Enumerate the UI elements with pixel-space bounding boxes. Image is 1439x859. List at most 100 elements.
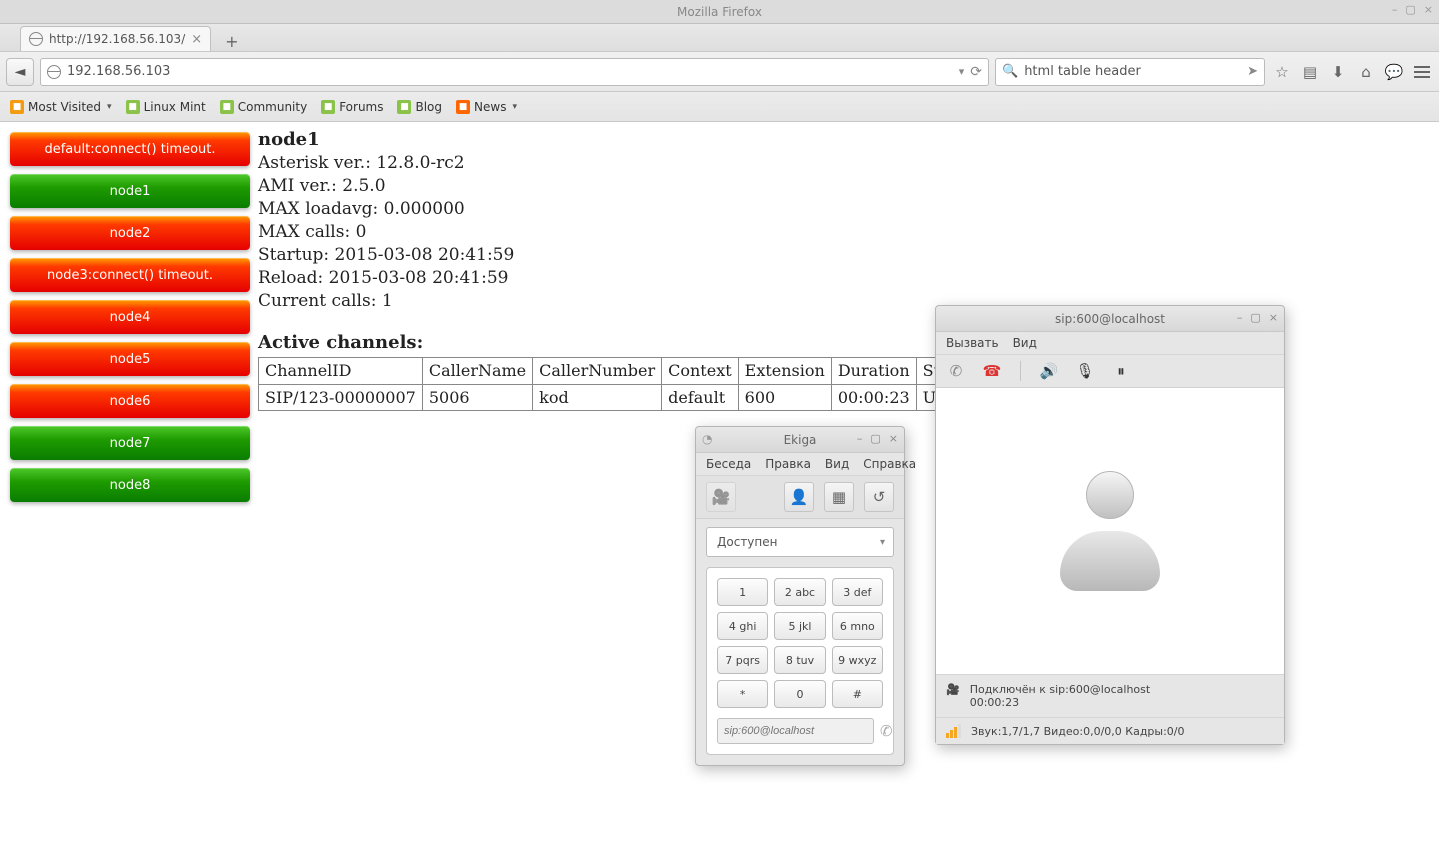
window-maximize[interactable]: ▢ xyxy=(1405,3,1415,16)
dial-key[interactable]: 1 xyxy=(717,578,768,606)
dial-key[interactable]: 0 xyxy=(774,680,825,708)
pause-icon[interactable]: ⏸ xyxy=(1111,361,1131,381)
window-maximize[interactable]: ▢ xyxy=(870,432,880,445)
url-bar[interactable]: 192.168.56.103 ▾ ⟳ xyxy=(40,58,989,86)
node-button-2[interactable]: node2 xyxy=(10,216,250,250)
phone-icon[interactable]: ✆ xyxy=(880,718,893,744)
chevron-down-icon: ▾ xyxy=(512,102,517,112)
table-cell: SIP/123-00000007 xyxy=(259,384,423,411)
chat-icon[interactable]: 💬 xyxy=(1383,61,1405,83)
dial-key[interactable]: 6 mno xyxy=(832,612,883,640)
dial-key[interactable]: * xyxy=(717,680,768,708)
reload-icon[interactable]: ⟳ xyxy=(970,64,982,80)
url-text: 192.168.56.103 xyxy=(67,64,170,79)
site-icon: ■ xyxy=(220,100,234,114)
connected-text: Подключён к sip:600@localhost xyxy=(970,683,1151,696)
window-close[interactable]: × xyxy=(1424,3,1433,16)
ekiga-menubar: Беседа Правка Вид Справка xyxy=(696,453,904,476)
site-icon: ■ xyxy=(397,100,411,114)
star-icon[interactable]: ☆ xyxy=(1271,61,1293,83)
hangup-icon[interactable]: ☎ xyxy=(982,361,1002,381)
bookmark-forums[interactable]: ■ Forums xyxy=(321,100,383,114)
table-header-cell: CallerName xyxy=(422,358,532,385)
site-icon: ■ xyxy=(126,100,140,114)
site-icon: ■ xyxy=(321,100,335,114)
menu-chat[interactable]: Беседа xyxy=(706,457,751,471)
library-icon[interactable]: ▤ xyxy=(1299,61,1321,83)
dial-key[interactable]: 2 abc xyxy=(774,578,825,606)
bookmark-news[interactable]: ■ News ▾ xyxy=(456,100,517,114)
window-minimize[interactable]: – xyxy=(1237,311,1243,324)
menu-edit[interactable]: Правка xyxy=(765,457,811,471)
node-button-8[interactable]: node8 xyxy=(10,468,250,502)
menu-call[interactable]: Вызвать xyxy=(946,336,999,350)
back-button[interactable]: ◄ xyxy=(6,58,34,86)
window-titlebar: Mozilla Firefox – ▢ × xyxy=(0,0,1439,24)
url-history-chevron-icon[interactable]: ▾ xyxy=(959,65,965,78)
node-button-6[interactable]: node6 xyxy=(10,384,250,418)
browser-tab-active[interactable]: http://192.168.56.103/ × xyxy=(20,26,211,51)
node-button-0[interactable]: default:connect() timeout. xyxy=(10,132,250,166)
dial-key[interactable]: # xyxy=(832,680,883,708)
dial-key[interactable]: 4 ghi xyxy=(717,612,768,640)
sip-input[interactable] xyxy=(717,718,874,744)
status-select[interactable]: Доступен ▾ xyxy=(706,527,894,557)
stats-text: Звук:1,7/1,7 Видео:0,0/0,0 Кадры:0/0 xyxy=(971,725,1185,738)
window-close[interactable]: × xyxy=(1269,311,1278,324)
folder-icon: ■ xyxy=(10,100,24,114)
node-button-5[interactable]: node5 xyxy=(10,342,250,376)
bookmark-blog[interactable]: ■ Blog xyxy=(397,100,442,114)
downloads-icon[interactable]: ⬇ xyxy=(1327,61,1349,83)
menu-view[interactable]: Вид xyxy=(1013,336,1037,350)
globe-icon xyxy=(47,65,61,79)
tab-close-icon[interactable]: × xyxy=(191,32,202,47)
camera-icon[interactable]: 🎥 xyxy=(706,482,736,512)
dial-key[interactable]: 7 pqrs xyxy=(717,646,768,674)
window-maximize[interactable]: ▢ xyxy=(1250,311,1260,324)
node-button-7[interactable]: node7 xyxy=(10,426,250,460)
ekiga-toolbar: 🎥 👤 ▦ ↺ xyxy=(696,476,904,519)
window-minimize[interactable]: – xyxy=(1392,3,1398,16)
table-cell: kod xyxy=(533,384,662,411)
ekiga-window[interactable]: ◔ Ekiga – ▢ × Беседа Правка Вид Справка … xyxy=(695,426,905,766)
node-title: node1 xyxy=(258,128,973,152)
dial-key[interactable]: 8 tuv xyxy=(774,646,825,674)
menu-view[interactable]: Вид xyxy=(825,457,849,471)
node-button-4[interactable]: node4 xyxy=(10,300,250,334)
app-icon: ◔ xyxy=(702,432,716,446)
info-line: MAX loadavg: 0.000000 xyxy=(258,198,973,221)
dial-key[interactable]: 9 wxyz xyxy=(832,646,883,674)
new-tab-button[interactable]: + xyxy=(219,32,244,51)
bookmark-linux-mint[interactable]: ■ Linux Mint xyxy=(126,100,206,114)
call-window[interactable]: sip:600@localhost – ▢ × Вызвать Вид ✆ ☎ … xyxy=(935,305,1285,745)
dial-key[interactable]: 3 def xyxy=(832,578,883,606)
node-button-3[interactable]: node3:connect() timeout. xyxy=(10,258,250,292)
dial-key[interactable]: 5 jkl xyxy=(774,612,825,640)
call-titlebar[interactable]: sip:600@localhost – ▢ × xyxy=(936,306,1284,332)
tab-strip: http://192.168.56.103/ × + xyxy=(0,24,1439,52)
node-list: default:connect() timeout. node1 node2 node… xyxy=(6,128,254,506)
home-icon[interactable]: ⌂ xyxy=(1355,61,1377,83)
contacts-icon[interactable]: 👤 xyxy=(784,482,814,512)
table-header-cell: CallerNumber xyxy=(533,358,662,385)
ekiga-title: Ekiga xyxy=(784,433,817,447)
bookmark-most-visited[interactable]: ■ Most Visited ▾ xyxy=(10,100,112,114)
info-line: Startup: 2015-03-08 20:41:59 xyxy=(258,244,973,267)
window-minimize[interactable]: – xyxy=(857,432,863,445)
search-go-icon[interactable]: ➤ xyxy=(1247,64,1258,79)
mic-icon[interactable]: 🎙 xyxy=(1075,361,1095,381)
dialpad-icon[interactable]: ▦ xyxy=(824,482,854,512)
call-controls: ✆ ☎ 🔊 🎙 ⏸ xyxy=(936,355,1284,388)
search-bar[interactable]: 🔍 html table header ➤ xyxy=(995,58,1265,86)
menu-help[interactable]: Справка xyxy=(863,457,916,471)
bookmark-community[interactable]: ■ Community xyxy=(220,100,307,114)
answer-icon[interactable]: ✆ xyxy=(946,361,966,381)
speaker-icon[interactable]: 🔊 xyxy=(1039,361,1059,381)
active-channels-header: Active channels: xyxy=(258,331,973,355)
window-close[interactable]: × xyxy=(889,432,898,445)
ekiga-titlebar[interactable]: ◔ Ekiga – ▢ × xyxy=(696,427,904,453)
node-button-1[interactable]: node1 xyxy=(10,174,250,208)
menu-icon[interactable] xyxy=(1411,61,1433,83)
history-icon[interactable]: ↺ xyxy=(864,482,894,512)
avatar-area xyxy=(936,388,1284,674)
